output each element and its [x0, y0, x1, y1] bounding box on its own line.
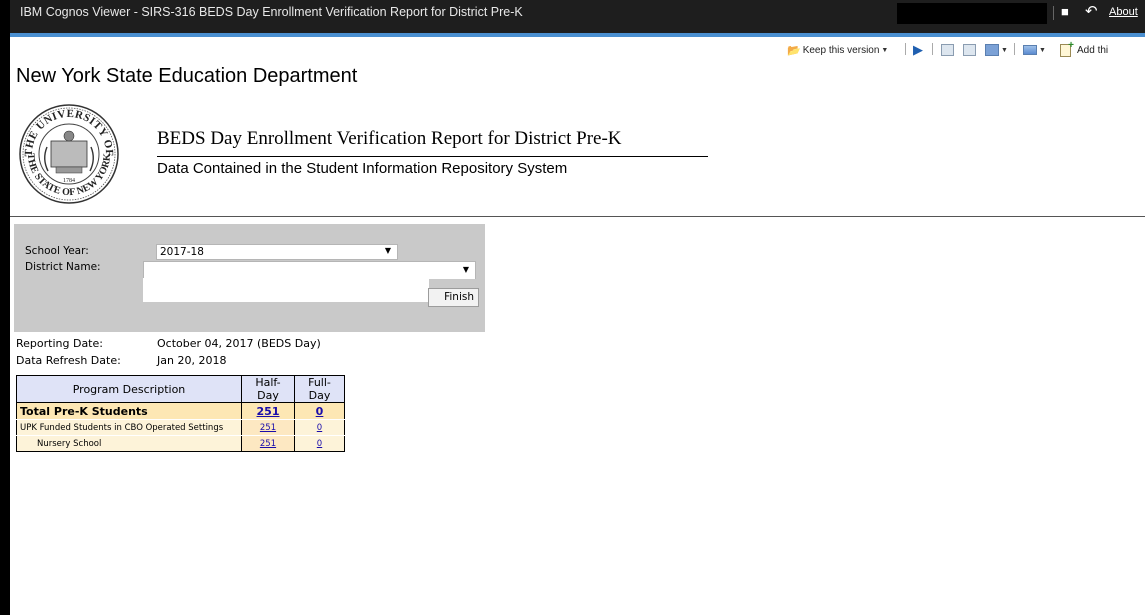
prompt-panel: School Year: 2017-18 ▼ District Name: ▼ …: [14, 224, 485, 332]
district-name-label: District Name:: [25, 261, 101, 273]
title-bar: IBM Cognos Viewer - SIRS-316 BEDS Day En…: [10, 0, 1145, 33]
chevron-down-icon: ▼: [1001, 46, 1008, 54]
half-day-cell: 251: [241, 435, 295, 452]
keep-version-label: Keep this version: [802, 44, 880, 56]
window-title: IBM Cognos Viewer - SIRS-316 BEDS Day En…: [20, 5, 523, 19]
seal-year: 1784: [63, 178, 75, 184]
view-format-button[interactable]: ▼: [1023, 40, 1046, 60]
full-day-link[interactable]: 0: [317, 439, 322, 449]
home-icon[interactable]: ■: [1061, 4, 1069, 19]
drill-down-icon: [941, 44, 954, 56]
title-rule: [157, 156, 708, 157]
html-format-icon: [1023, 45, 1037, 55]
window-frame-left: [0, 0, 10, 615]
chevron-down-icon: ▼: [881, 46, 889, 54]
table-row: Nursery School 251 0: [16, 435, 345, 452]
district-list-area[interactable]: [143, 278, 429, 302]
column-header: Half-Day: [241, 375, 295, 403]
add-this-report-button[interactable]: Add thi: [1060, 40, 1108, 60]
toolbar-separator: [905, 43, 906, 55]
run-button[interactable]: ▶: [913, 40, 923, 60]
reporting-date-label: Reporting Date:: [16, 337, 103, 350]
back-arrow-icon[interactable]: ↶: [1085, 2, 1098, 20]
finish-button[interactable]: Finish: [428, 288, 479, 307]
full-day-cell: 0: [294, 435, 345, 452]
toolbar-separator: [932, 43, 933, 55]
nys-university-seal: THE UNIVERSITY OF THE STATE OF NEW YORK …: [19, 104, 119, 204]
column-header: Full-Day: [294, 375, 345, 403]
report-subtitle: Data Contained in the Student Informatio…: [157, 160, 568, 177]
chart-type-button[interactable]: ▼: [985, 40, 1008, 60]
enrollment-table: Program Description Half-Day Full-Day To…: [16, 375, 345, 452]
row-description: UPK Funded Students in CBO Operated Sett…: [16, 419, 242, 436]
full-day-cell: 0: [294, 419, 345, 436]
school-year-value: 2017-18: [160, 246, 204, 258]
table-row: UPK Funded Students in CBO Operated Sett…: [16, 419, 345, 436]
row-description: Nursery School: [16, 435, 242, 452]
school-year-select[interactable]: 2017-18 ▼: [156, 244, 398, 260]
row-description: Total Pre-K Students: [16, 402, 242, 420]
full-day-link[interactable]: 0: [316, 405, 324, 418]
school-year-label: School Year:: [25, 245, 89, 257]
toolbar-separator: [1014, 43, 1015, 55]
add-report-icon: [1060, 40, 1074, 57]
redacted-region: [897, 3, 1047, 24]
title-bar-separator: [1053, 6, 1054, 20]
full-day-cell: 0: [294, 402, 345, 420]
org-title: New York State Education Department: [16, 65, 358, 87]
drill-up-button[interactable]: [963, 40, 976, 60]
full-day-link[interactable]: 0: [317, 423, 322, 433]
keep-version-button[interactable]: 📂 Keep this version ▼: [787, 40, 888, 60]
table-row: Total Pre-K Students 251 0: [16, 402, 345, 420]
chevron-down-icon: ▼: [462, 265, 469, 274]
add-this-label: Add thi: [1077, 44, 1109, 56]
chevron-down-icon: ▼: [1039, 46, 1046, 54]
drill-up-icon: [963, 44, 976, 56]
chevron-down-icon: ▼: [384, 246, 391, 255]
reporting-date-value: October 04, 2017 (BEDS Day): [157, 337, 321, 350]
half-day-link[interactable]: 251: [260, 439, 276, 449]
district-name-select[interactable]: ▼: [143, 261, 476, 279]
run-icon: ▶: [913, 42, 923, 57]
half-day-link[interactable]: 251: [257, 405, 280, 418]
half-day-cell: 251: [241, 402, 295, 420]
table-header-row: Program Description Half-Day Full-Day: [16, 375, 345, 403]
half-day-link[interactable]: 251: [260, 423, 276, 433]
drill-down-button[interactable]: [941, 40, 954, 60]
refresh-date-label: Data Refresh Date:: [16, 354, 121, 367]
refresh-date-value: Jan 20, 2018: [157, 354, 227, 367]
chart-icon: [985, 44, 999, 56]
about-link[interactable]: About: [1109, 6, 1138, 18]
folder-icon: 📂: [787, 44, 801, 57]
half-day-cell: 251: [241, 419, 295, 436]
column-header: Program Description: [16, 375, 242, 403]
header-divider: [10, 216, 1145, 217]
report-title: BEDS Day Enrollment Verification Report …: [157, 128, 622, 149]
accent-line: [10, 33, 1145, 37]
